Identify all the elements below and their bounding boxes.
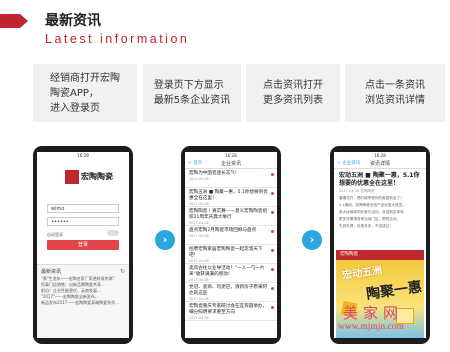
chevron-right-icon: › (155, 230, 175, 250)
unread-dot (271, 268, 274, 271)
unread-dot (271, 230, 274, 233)
step-1-text: 经销商打开宏陶 陶瓷APP， 进入登录页 (50, 72, 120, 114)
refresh-icon[interactable]: ↻ (120, 268, 125, 275)
step-4-text: 点击一条资讯 浏览资讯详情 (365, 80, 425, 106)
login-screen: 16:28 宏陶陶瓷 wimo •••••• 自动登录 登录 最新资讯 ↻ "黄… (37, 152, 129, 338)
step-1: 经销商打开宏陶 陶瓷APP， 进入登录页 (33, 64, 137, 122)
list-item-title: 宏陶陶瓷丨真实赛——意义宏陶陶瓷组织21周年庆典大举行 (189, 209, 268, 220)
detail-title: 资讯详情 (369, 161, 390, 167)
unread-dot (271, 306, 274, 309)
step-4: 点击一条资讯 浏览资讯详情 (345, 64, 445, 122)
section-title: 最新资讯 (45, 13, 101, 29)
step-2: 登录页下方显示 最新5条企业资讯 (143, 64, 241, 122)
list-item-title: 招聘宏陶家居宏陶陶瓷一起忽悠天下吧！ (189, 247, 263, 258)
article-title: 宏动五洲 ■ 陶聚一惠，5.1你想要的优惠全在这里！ (339, 172, 420, 187)
chevron-right-icon: › (302, 230, 322, 250)
unread-dot (271, 249, 274, 252)
watermark-url: www.mjmjn.com (338, 322, 404, 332)
login-button[interactable]: 登录 (47, 240, 119, 250)
list-item[interactable]: 宏陶陶瓷丨真实赛——意义宏陶陶瓷组织21周年庆典大举行 2017-04-06 (185, 207, 277, 226)
list-title: 企业资讯 (220, 161, 241, 167)
list-item-title: 奥凤古往以业导活动！"一人一勺一片采"收获满满的感动！ (189, 266, 265, 277)
phone-news-list: 16:28 < 首页 企业资讯 宏陶为中国瓷迷长志气! 2017-04-06 宏陶… (181, 146, 281, 344)
news-item[interactable]: 新品发布2017——宏陶陶瓷高端陶瓷系列... (41, 300, 125, 306)
list-item[interactable]: 党冠、瓷商、玩泥巴，清新房子原来阿达就这些 2017-04-06 (185, 283, 277, 302)
header-decoration-icon (0, 14, 28, 28)
back-button[interactable]: < 首页 (188, 159, 202, 169)
list-item[interactable]: 宏陶五洲 ■ 陶聚一惠，5.1你想要的优惠全在这里！ 2017-04-06 (185, 188, 277, 207)
list-item-date: 2017-04-06 (189, 316, 209, 320)
list-item[interactable]: 招聘宏陶家居宏陶陶瓷一起忽悠天下吧！ 2017-04-06 (185, 245, 277, 264)
news-panel-header: 最新资讯 ↻ (41, 268, 125, 276)
list-item[interactable]: 盘点宏陶2月陶瓷市场回顾与盘点 2017-04-06 (185, 226, 277, 245)
remember-label: 自动登录 (47, 232, 63, 237)
list-item-title: 宏陶五洲 ■ 陶聚一惠，5.1你想要的优惠全在这里！ (189, 190, 268, 201)
brand-logo-text: 宏陶陶瓷 (81, 172, 113, 181)
article-text: 更多详情请咨询当地门店，限时活动， (339, 217, 401, 221)
watermark-text: 美家网 (343, 304, 404, 322)
step-2-text: 登录页下方显示 最新5条企业资讯 (153, 80, 231, 106)
brand-logo-mark (65, 170, 79, 184)
phone-login: 16:28 宏陶陶瓷 wimo •••••• 自动登录 登录 最新资讯 ↻ "黄… (33, 146, 133, 344)
list-item-date: 2017-04-06 (189, 177, 209, 181)
list-item-title: 宏陶瓷重庆专家研讨会在宜宾圆举办，细分照明要求重至方向 (189, 304, 268, 315)
username-field[interactable]: wimo (47, 204, 119, 213)
step-3-text: 点击资讯打开 更多资讯列表 (263, 80, 323, 106)
statusbar-time: 16:28 (225, 153, 237, 158)
detail-navbar: < 企业资讯 资讯详情 (334, 159, 426, 169)
section-subtitle: Latest information (45, 32, 190, 46)
list-navbar: < 首页 企业资讯 (185, 159, 277, 169)
unread-dot (271, 211, 274, 214)
unread-dot (271, 192, 274, 195)
back-button[interactable]: < 企业资讯 (337, 159, 360, 169)
statusbar-time: 16:28 (77, 153, 89, 158)
article-text: 5.1期间，宏陶陶瓷全线产品优惠大放送， (339, 203, 406, 207)
list-item[interactable]: 宏陶瓷重庆专家研讨会在宜宾圆举办，细分照明要求重至方向 2017-04-06 (185, 302, 277, 321)
password-field[interactable]: •••••• (47, 217, 119, 226)
news-list-screen: 16:28 < 首页 企业资讯 宏陶为中国瓷迷长志气! 2017-04-06 宏陶… (185, 152, 277, 338)
auto-login-toggle[interactable] (107, 230, 119, 236)
banner-brand: 宏陶陶瓷 (336, 250, 424, 260)
statusbar-time: 16:28 (374, 153, 386, 158)
unread-dot (271, 173, 274, 176)
article-text: 春暖花开，是时候享受你的家居新品了！ (339, 196, 404, 200)
list-item-title: 党冠、瓷商、玩泥巴，清新房子原来阿达就这些 (189, 285, 268, 296)
step-3: 点击资讯打开 更多资讯列表 (246, 64, 340, 122)
list-item[interactable]: 奥凤古往以业导活动！"一人一勺一片采"收获满满的感动！ 2017-04-06 (185, 264, 277, 283)
unread-dot (271, 287, 274, 290)
list-item[interactable]: 宏陶为中国瓷迷长志气! 2017-04-06 (185, 169, 277, 188)
latest-news-panel: 最新资讯 ↻ "黄"生龙年——宏陶名家厂家逆转再传承" 恒泰门店销售：出新品牌陶… (37, 264, 129, 338)
news-panel-title: 最新资讯 (41, 269, 62, 275)
brand-logo: 宏陶陶瓷 (65, 170, 113, 184)
article-text: 各大经销商同步参与活动，欢迎到店体验 (339, 210, 404, 214)
list-item-date: 2017-04-06 (189, 234, 209, 238)
article-text: 先到先得，优惠多多，不容错过！ (339, 224, 393, 228)
article-meta: 2017-04-06 宏陶陶瓷 (339, 189, 375, 193)
